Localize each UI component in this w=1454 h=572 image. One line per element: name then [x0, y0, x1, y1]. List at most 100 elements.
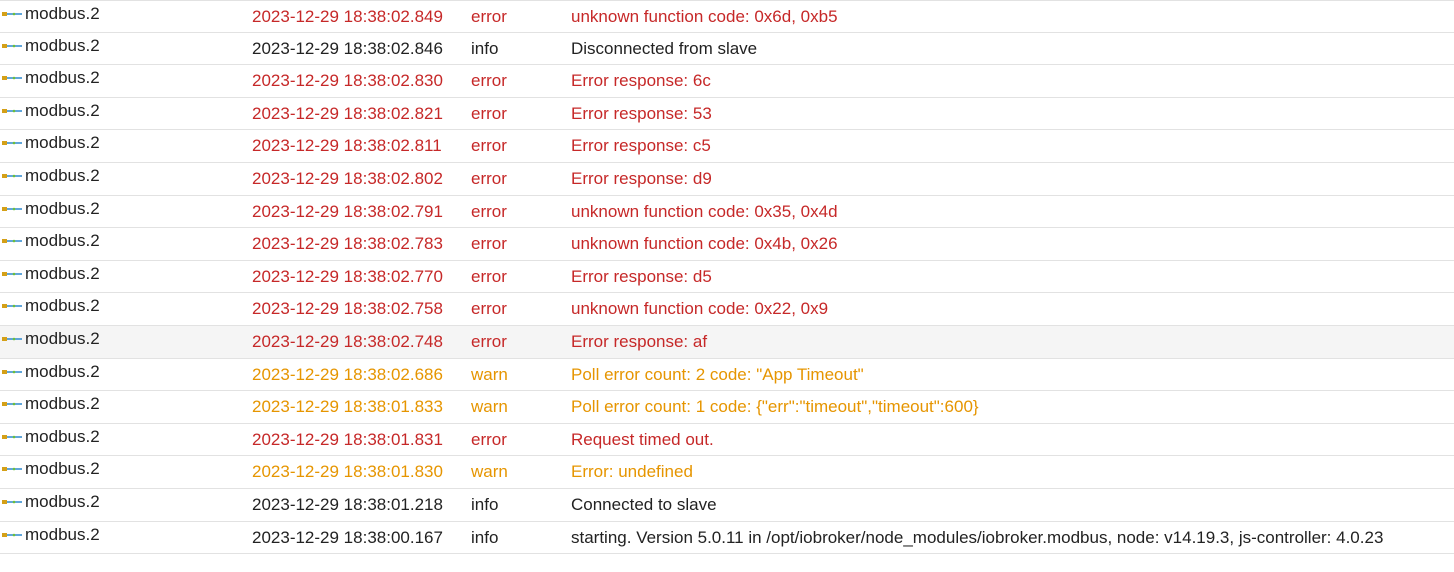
- log-source-label: modbus.2: [25, 68, 100, 88]
- log-severity: error: [471, 331, 507, 351]
- log-source-label: modbus.2: [25, 426, 100, 446]
- log-source: modbus.2: [2, 323, 100, 355]
- log-message: Poll error count: 2 code: "App Timeout": [571, 364, 864, 384]
- log-time: 2023-12-29 18:38:01.831: [252, 429, 443, 449]
- adapter-icon: [2, 434, 22, 439]
- adapter-icon: [2, 141, 22, 146]
- log-source-label: modbus.2: [25, 165, 100, 185]
- log-source: modbus.2: [2, 258, 100, 290]
- log-time: 2023-12-29 18:38:00.167: [252, 527, 443, 547]
- log-table: modbus.2 2023-12-29 18:38:02.849 error u…: [0, 0, 1454, 555]
- log-row[interactable]: modbus.2 2023-12-29 18:38:01.830 warn Er…: [0, 456, 1454, 489]
- log-severity: warn: [471, 397, 508, 417]
- log-severity: error: [471, 234, 507, 254]
- log-time: 2023-12-29 18:38:02.802: [252, 168, 443, 188]
- log-row[interactable]: modbus.2 2023-12-29 18:38:01.833 warn Po…: [0, 391, 1454, 424]
- log-severity: error: [471, 71, 507, 91]
- log-severity: error: [471, 266, 507, 286]
- log-row[interactable]: modbus.2 2023-12-29 18:38:02.849 error u…: [0, 0, 1454, 33]
- log-row[interactable]: modbus.2 2023-12-29 18:38:02.770 error E…: [0, 261, 1454, 294]
- log-time: 2023-12-29 18:38:02.846: [252, 38, 443, 58]
- log-row[interactable]: modbus.2 2023-12-29 18:38:01.831 error R…: [0, 424, 1454, 457]
- log-row[interactable]: modbus.2 2023-12-29 18:38:02.783 error u…: [0, 228, 1454, 261]
- log-severity: error: [471, 7, 507, 26]
- log-time: 2023-12-29 18:38:01.833: [252, 397, 443, 417]
- log-message: unknown function code: 0x6d, 0xb5: [571, 7, 838, 26]
- log-severity: info: [471, 38, 499, 58]
- log-message: Error response: c5: [571, 136, 711, 156]
- log-row[interactable]: modbus.2 2023-12-29 18:38:02.846 info Di…: [0, 33, 1454, 66]
- adapter-icon: [2, 402, 22, 407]
- log-severity: info: [471, 527, 499, 547]
- log-row[interactable]: modbus.2 2023-12-29 18:38:02.686 warn Po…: [0, 359, 1454, 392]
- log-source-label: modbus.2: [25, 35, 100, 55]
- log-message: Error response: d5: [571, 266, 712, 286]
- log-source: modbus.2: [2, 62, 100, 94]
- log-message: Error response: 53: [571, 103, 712, 123]
- log-source-label: modbus.2: [25, 296, 100, 316]
- log-source-label: modbus.2: [25, 263, 100, 283]
- log-source: modbus.2: [2, 356, 100, 388]
- log-severity: error: [471, 201, 507, 221]
- log-message: Error response: af: [571, 331, 708, 351]
- adapter-icon: [2, 173, 22, 178]
- adapter-icon: [2, 12, 22, 16]
- log-time: 2023-12-29 18:38:02.748: [252, 331, 443, 351]
- log-row[interactable]: modbus.2 2023-12-29 18:38:02.748 error E…: [0, 323, 1454, 359]
- log-source-label: modbus.2: [25, 459, 100, 479]
- log-row[interactable]: modbus.2 2023-12-29 18:38:02.791 error u…: [0, 196, 1454, 229]
- adapter-icon: [2, 206, 22, 211]
- log-severity: error: [471, 103, 507, 123]
- log-source: modbus.2: [2, 388, 100, 420]
- log-row[interactable]: modbus.2 2023-12-29 18:38:02.802 error E…: [0, 163, 1454, 196]
- log-source: modbus.2: [2, 519, 100, 551]
- log-severity: error: [471, 136, 507, 156]
- log-message: Disconnected from slave: [571, 38, 758, 58]
- log-row[interactable]: modbus.2 2023-12-29 18:38:02.811 error E…: [0, 130, 1454, 163]
- log-row[interactable]: modbus.2 2023-12-29 18:38:00.167 info st…: [0, 522, 1454, 555]
- adapter-icon: [2, 467, 22, 472]
- log-time: 2023-12-29 18:38:02.791: [252, 201, 443, 221]
- log-message: Poll error count: 1 code: {"err":"timeou…: [571, 397, 979, 417]
- adapter-icon: [2, 76, 22, 81]
- log-message: unknown function code: 0x22, 0x9: [571, 299, 829, 319]
- adapter-icon: [2, 499, 22, 504]
- log-source: modbus.2: [2, 453, 100, 485]
- log-source: modbus.2: [2, 30, 100, 62]
- log-severity: error: [471, 429, 507, 449]
- log-source: modbus.2: [2, 160, 100, 192]
- log-time: 2023-12-29 18:38:02.830: [252, 71, 443, 91]
- log-severity: error: [471, 299, 507, 319]
- log-time: 2023-12-29 18:38:02.686: [252, 364, 443, 384]
- adapter-icon: [2, 271, 22, 276]
- log-time: 2023-12-29 18:38:02.770: [252, 266, 443, 286]
- log-time: 2023-12-29 18:38:02.821: [252, 103, 443, 123]
- log-source: modbus.2: [2, 486, 100, 518]
- log-severity: warn: [471, 364, 508, 384]
- log-time: 2023-12-29 18:38:01.218: [252, 494, 443, 514]
- log-source-label: modbus.2: [25, 198, 100, 218]
- adapter-icon: [2, 304, 22, 309]
- log-time: 2023-12-29 18:38:02.849: [252, 7, 443, 26]
- log-source: modbus.2: [2, 127, 100, 159]
- log-source-label: modbus.2: [25, 361, 100, 381]
- log-row[interactable]: modbus.2 2023-12-29 18:38:02.830 error E…: [0, 65, 1454, 98]
- log-message: Error: undefined: [571, 462, 693, 482]
- log-time: 2023-12-29 18:38:02.811: [252, 136, 442, 156]
- log-source: modbus.2: [2, 0, 100, 30]
- log-time: 2023-12-29 18:38:02.783: [252, 234, 443, 254]
- log-row[interactable]: modbus.2 2023-12-29 18:38:02.821 error E…: [0, 98, 1454, 131]
- log-row[interactable]: modbus.2 2023-12-29 18:38:01.218 info Co…: [0, 489, 1454, 522]
- log-row[interactable]: modbus.2 2023-12-29 18:38:02.758 error u…: [0, 293, 1454, 326]
- log-source: modbus.2: [2, 421, 100, 453]
- log-time: 2023-12-29 18:38:01.830: [252, 462, 443, 482]
- log-source-label: modbus.2: [25, 4, 100, 23]
- log-message: unknown function code: 0x4b, 0x26: [571, 234, 838, 254]
- log-source-label: modbus.2: [25, 394, 100, 414]
- log-time: 2023-12-29 18:38:02.758: [252, 299, 443, 319]
- log-message: Error response: 6c: [571, 71, 711, 91]
- log-message: Request timed out.: [571, 429, 714, 449]
- log-message: Connected to slave: [571, 494, 717, 514]
- log-source-label: modbus.2: [25, 231, 100, 251]
- log-source-label: modbus.2: [25, 328, 100, 348]
